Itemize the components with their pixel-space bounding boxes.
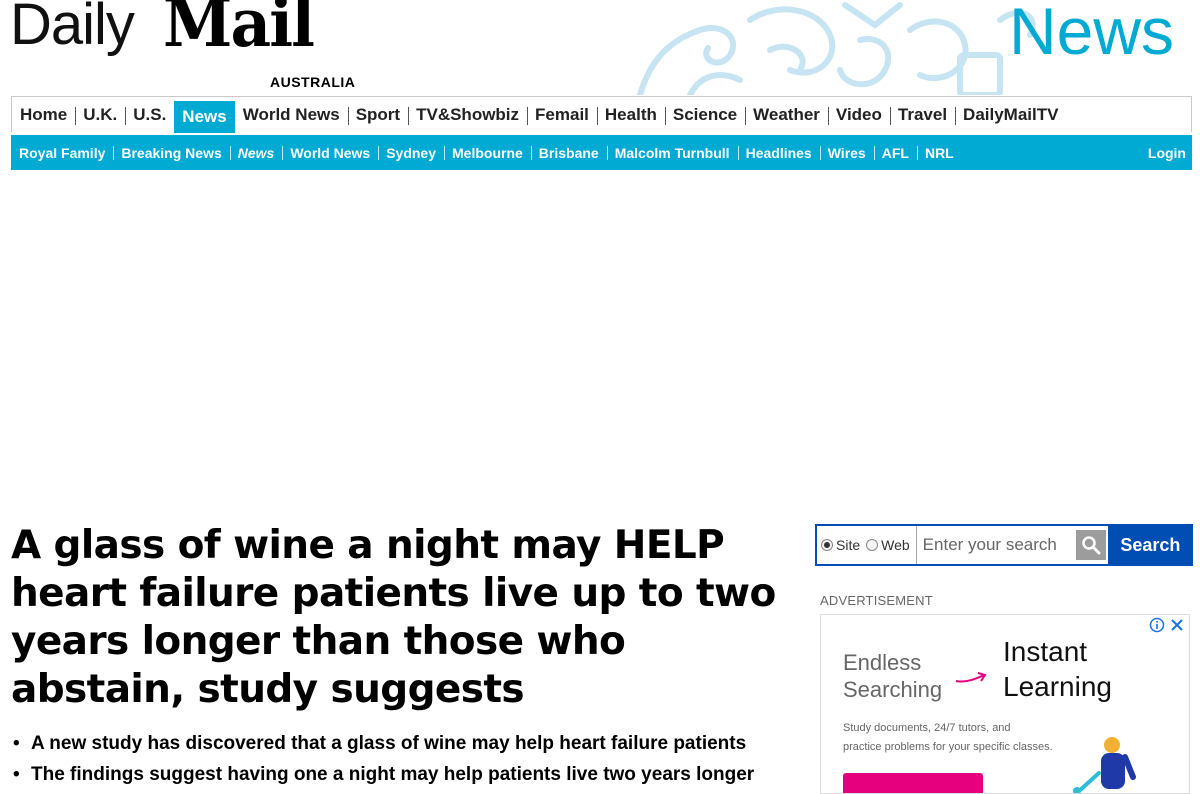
nav-item-home[interactable]: Home: [12, 98, 75, 132]
article-headline: A glass of wine a night may HELP heart f…: [11, 523, 776, 712]
subnav-item-news[interactable]: News: [229, 135, 283, 170]
ad-description-line: practice problems for your specific clas…: [843, 741, 1053, 753]
ad-right-copy: Instant Learning: [1003, 634, 1112, 704]
site-search-box: Site Web Search: [815, 524, 1193, 566]
logo-edition-label: AUSTRALIA: [270, 74, 356, 90]
ad-left-line: Endless: [843, 650, 922, 675]
summary-bullet: The findings suggest having one a night …: [11, 759, 801, 790]
ad-left-line: Searching: [843, 677, 943, 702]
ad-cta-button[interactable]: [843, 773, 983, 793]
subnav-item-malcolm-turnbull[interactable]: Malcolm Turnbull: [606, 135, 738, 170]
masthead: Daily Mail AUSTRALIA News: [0, 0, 1200, 95]
search-input[interactable]: [915, 526, 1074, 564]
ad-close-icon[interactable]: [1169, 617, 1185, 633]
search-button[interactable]: Search: [1107, 524, 1193, 566]
nav-item-health[interactable]: Health: [596, 98, 665, 132]
nav-item-dailymailtv[interactable]: DailyMailTV: [955, 98, 1066, 132]
subnav-item-nrl[interactable]: NRL: [916, 135, 962, 170]
nav-item-news[interactable]: News: [174, 101, 235, 133]
search-scope-options: Site Web: [817, 526, 916, 564]
ad-controls: [1149, 617, 1185, 633]
ad-left-copy: Endless Searching: [843, 649, 942, 703]
nav-item-travel[interactable]: Travel: [889, 98, 955, 132]
subnav-item-afl[interactable]: AFL: [873, 135, 917, 170]
nav-item-tv-showbiz[interactable]: TV&Showbiz: [408, 98, 527, 132]
ad-description: Study documents, 24/7 tutors, and practi…: [843, 719, 1103, 757]
subnav-item-brisbane[interactable]: Brisbane: [530, 135, 607, 170]
nav-item-science[interactable]: Science: [664, 98, 745, 132]
nav-item-femail[interactable]: Femail: [527, 98, 597, 132]
advertisement-banner[interactable]: Endless Searching Instant Learning Study…: [820, 614, 1190, 794]
subnav-item-headlines[interactable]: Headlines: [737, 135, 820, 170]
search-scope-web-radio[interactable]: [866, 539, 879, 551]
subnav-item-wires[interactable]: Wires: [819, 135, 874, 170]
subnav-item-sydney[interactable]: Sydney: [378, 135, 444, 170]
arrow-right-icon: [955, 672, 987, 683]
primary-nav: Home U.K. U.S. News World News Sport TV&…: [11, 96, 1192, 133]
subnav-item-world-news[interactable]: World News: [282, 135, 378, 170]
ad-right-line: Instant: [1003, 636, 1088, 667]
logo-mail-text[interactable]: Mail: [163, 0, 315, 56]
nav-item-weather[interactable]: Weather: [745, 98, 828, 132]
login-link[interactable]: Login: [1148, 135, 1186, 170]
article-summary-bullets: A new study has discovered that a glass …: [11, 728, 801, 790]
nav-item-us[interactable]: U.S.: [125, 98, 174, 132]
nav-item-world-news[interactable]: World News: [235, 98, 348, 132]
ad-right-line: Learning: [1003, 671, 1112, 702]
ad-info-icon[interactable]: [1149, 617, 1165, 633]
subnav-item-melbourne[interactable]: Melbourne: [444, 135, 531, 170]
subnav-item-royal-family[interactable]: Royal Family: [11, 135, 113, 170]
secondary-nav: Royal Family Breaking News News World Ne…: [11, 135, 1192, 170]
summary-bullet: A new study has discovered that a glass …: [11, 728, 801, 759]
ad-description-line: Study documents, 24/7 tutors, and: [843, 722, 1011, 734]
logo-daily-text[interactable]: Daily: [10, 0, 135, 54]
search-scope-site-radio[interactable]: [821, 539, 833, 551]
advertisement-label: ADVERTISEMENT: [820, 593, 933, 608]
student-illustration: [1073, 737, 1136, 793]
nav-item-video[interactable]: Video: [827, 98, 890, 132]
search-scope-site-label[interactable]: Site: [836, 537, 860, 553]
search-icon[interactable]: [1075, 530, 1106, 560]
subnav-item-breaking-news[interactable]: Breaking News: [113, 135, 229, 170]
section-title: News: [1008, 0, 1174, 68]
search-scope-web-label[interactable]: Web: [881, 537, 910, 553]
nav-item-sport[interactable]: Sport: [347, 98, 408, 132]
nav-item-uk[interactable]: U.K.: [75, 98, 125, 132]
